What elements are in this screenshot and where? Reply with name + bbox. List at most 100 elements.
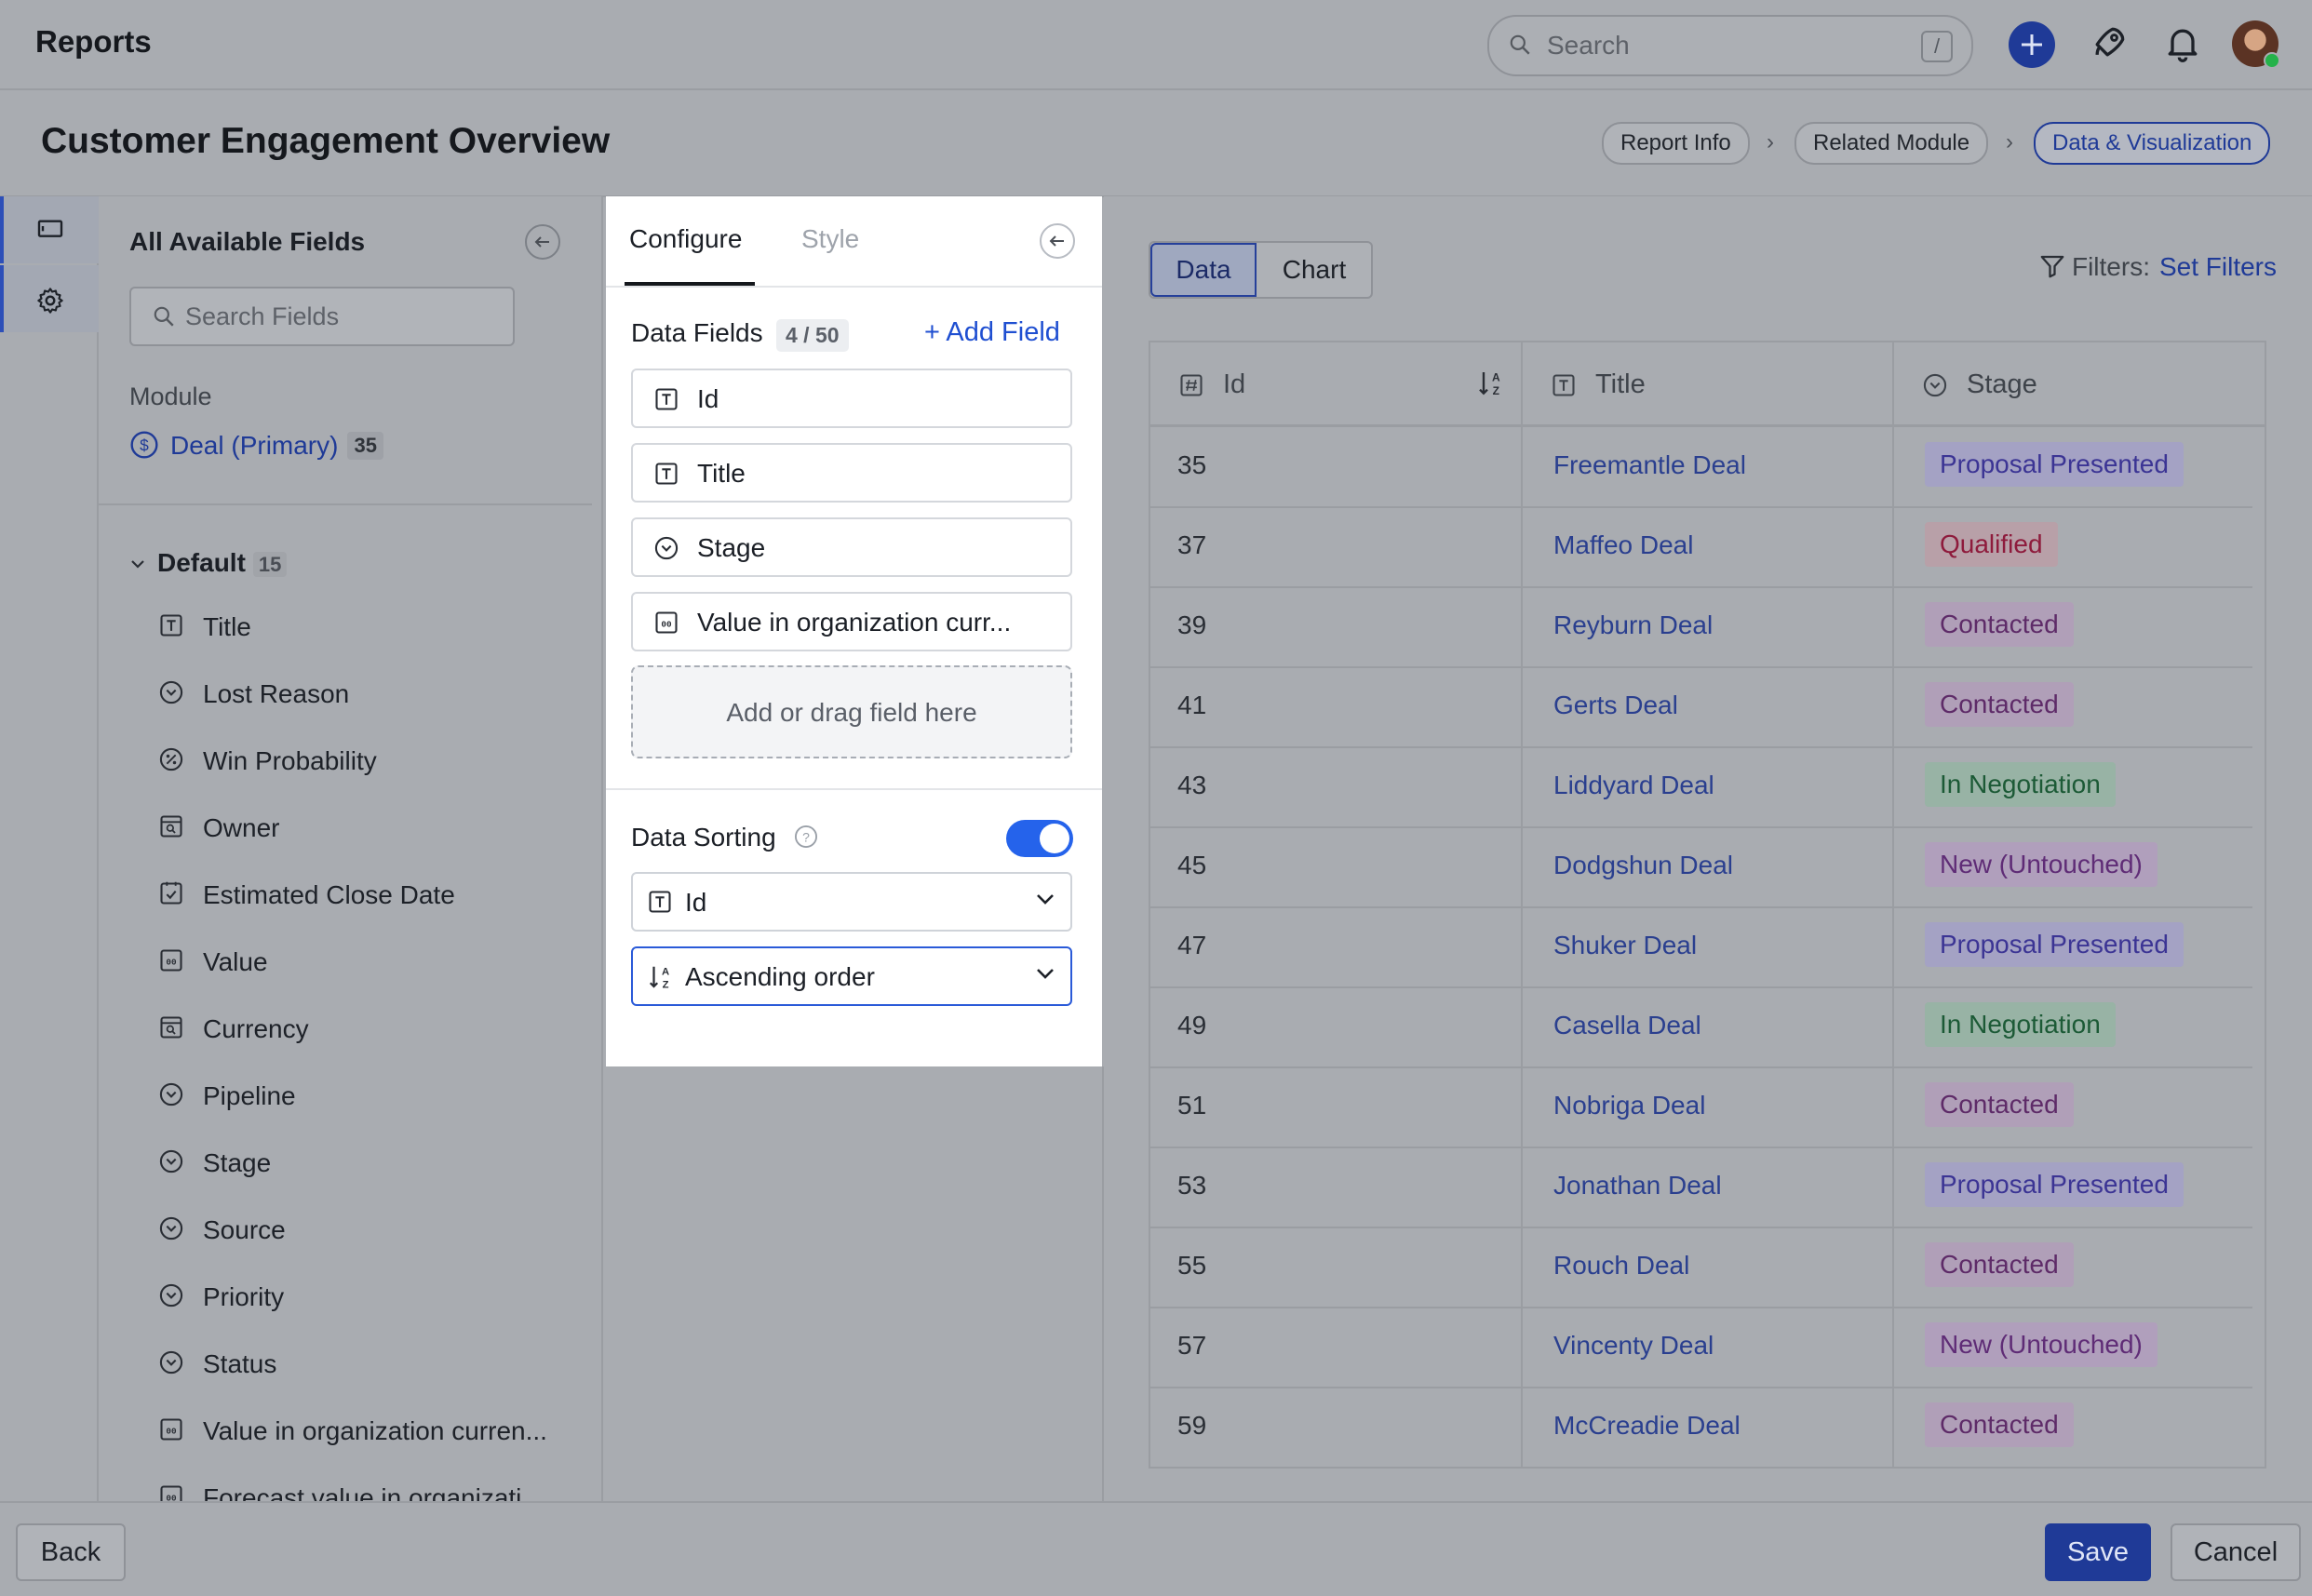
available-field-label: Stage xyxy=(203,1148,272,1177)
create-new-button[interactable] xyxy=(2009,21,2055,68)
cell-id: 53 xyxy=(1177,1171,1207,1200)
field-group-default[interactable]: Default 15 xyxy=(129,548,288,578)
cell-title-link[interactable]: McCreadie Deal xyxy=(1553,1411,1741,1441)
table-row[interactable]: 37 Maffeo Deal Qualified xyxy=(1150,506,2252,588)
tab-configure[interactable]: Configure xyxy=(629,224,742,254)
available-field-label: Owner xyxy=(203,813,280,842)
configure-panel-empty-area xyxy=(606,1066,1104,1501)
selected-field-item[interactable]: Stage xyxy=(631,517,1072,577)
user-avatar[interactable] xyxy=(2232,20,2280,69)
help-icon[interactable]: ? xyxy=(793,824,819,850)
data-sorting-toggle[interactable] xyxy=(1006,820,1073,857)
column-divider xyxy=(1521,746,1523,826)
cell-title-link[interactable]: Reyburn Deal xyxy=(1553,610,1713,640)
collapse-configure-button[interactable] xyxy=(1040,223,1075,259)
cell-title-link[interactable]: Vincenty Deal xyxy=(1553,1331,1714,1361)
currency-icon: 00 xyxy=(653,610,679,636)
table-row[interactable]: 57 Vincenty Deal New (Untouched) xyxy=(1150,1307,2252,1388)
selected-field-item[interactable]: Title xyxy=(631,443,1072,503)
rail-item-report[interactable] xyxy=(0,196,101,263)
search-fields-placeholder: Search Fields xyxy=(185,302,340,330)
text-icon xyxy=(653,461,679,487)
save-button[interactable]: Save xyxy=(2045,1523,2151,1581)
fields-divider xyxy=(99,503,592,505)
cell-title-link[interactable]: Dodgshun Deal xyxy=(1553,851,1733,880)
column-divider xyxy=(1521,906,1523,986)
dropdown-icon xyxy=(1922,372,1948,398)
cell-title-link[interactable]: Maffeo Deal xyxy=(1553,530,1693,560)
column-header-id[interactable]: Id AZ xyxy=(1150,342,1523,426)
field-drop-zone[interactable]: Add or drag field here xyxy=(631,665,1072,758)
chevron-down-icon xyxy=(129,558,146,570)
selected-field-item[interactable]: 00 Value in organization curr... xyxy=(631,592,1072,651)
stage-badge: In Negotiation xyxy=(1925,762,2116,807)
stage-badge: In Negotiation xyxy=(1925,1002,2116,1047)
table-row[interactable]: 45 Dodgshun Deal New (Untouched) xyxy=(1150,826,2252,908)
table-row[interactable]: 49 Casella Deal In Negotiation xyxy=(1150,986,2252,1068)
rocket-icon[interactable] xyxy=(2089,22,2130,63)
column-divider xyxy=(1892,1307,1894,1387)
global-search-input[interactable]: Search / xyxy=(1487,15,1973,76)
stage-badge: Contacted xyxy=(1925,682,2074,727)
table-row[interactable]: 59 McCreadie Deal Contacted xyxy=(1150,1387,2252,1467)
column-divider xyxy=(1521,826,1523,906)
column-header-label: Stage xyxy=(1967,369,2037,399)
column-divider xyxy=(1892,986,1894,1066)
sort-order-select[interactable]: AZ Ascending order xyxy=(631,946,1072,1006)
sort-ascending-icon[interactable]: AZ xyxy=(1476,369,1506,398)
column-divider xyxy=(1521,1387,1523,1467)
selected-field-item[interactable]: Id xyxy=(631,369,1072,428)
search-fields-input[interactable]: Search Fields xyxy=(129,287,515,346)
text-icon xyxy=(653,386,679,412)
available-field-label: Win Probability xyxy=(203,746,377,775)
module-selector[interactable]: $ Deal (Primary) 35 xyxy=(129,430,383,461)
breadcrumb-report-info[interactable]: Report Info xyxy=(1602,122,1750,165)
table-row[interactable]: 55 Rouch Deal Contacted xyxy=(1150,1227,2252,1308)
set-filters-link[interactable]: Set Filters xyxy=(2159,252,2277,281)
table-row[interactable]: 41 Gerts Deal Contacted xyxy=(1150,666,2252,748)
table-row[interactable]: 53 Jonathan Deal Proposal Presented xyxy=(1150,1147,2252,1228)
dollar-circle-icon: $ xyxy=(129,430,159,460)
cell-title-link[interactable]: Casella Deal xyxy=(1553,1011,1701,1040)
selected-field-label: Value in organization curr... xyxy=(697,608,1012,637)
tab-style[interactable]: Style xyxy=(801,224,859,254)
cell-title-link[interactable]: Nobriga Deal xyxy=(1553,1091,1705,1120)
stage-badge: Contacted xyxy=(1925,1242,2074,1287)
breadcrumb-data-visualization[interactable]: Data & Visualization xyxy=(2034,122,2271,165)
svg-text:$: $ xyxy=(140,436,149,455)
collapse-fields-panel-button[interactable] xyxy=(525,224,560,260)
data-table: Id AZ Title Stage 35 Freemantle Deal Propo… xyxy=(1149,341,2266,1469)
column-header-title[interactable]: Title xyxy=(1523,342,1894,426)
available-field-label: Priority xyxy=(203,1282,285,1311)
table-row[interactable]: 47 Shuker Deal Proposal Presented xyxy=(1150,906,2252,988)
back-button[interactable]: Back xyxy=(16,1523,126,1581)
cell-title-link[interactable]: Jonathan Deal xyxy=(1553,1171,1722,1200)
bell-icon[interactable] xyxy=(2162,22,2203,63)
rail-item-settings[interactable] xyxy=(0,265,101,332)
chevron-right-icon: › xyxy=(2006,129,2013,154)
column-divider xyxy=(1521,1066,1523,1147)
svg-text:00: 00 xyxy=(166,958,177,968)
column-divider xyxy=(1892,1066,1894,1147)
column-divider xyxy=(1521,1227,1523,1307)
table-row[interactable]: 35 Freemantle Deal Proposal Presented xyxy=(1150,426,2252,508)
cell-title-link[interactable]: Freemantle Deal xyxy=(1553,450,1746,480)
cell-title-link[interactable]: Rouch Deal xyxy=(1553,1251,1689,1281)
sort-field-value: Id xyxy=(685,888,707,917)
cell-title-link[interactable]: Liddyard Deal xyxy=(1553,771,1714,800)
data-view-button[interactable]: Data xyxy=(1150,243,1257,297)
cell-title-link[interactable]: Shuker Deal xyxy=(1553,931,1697,960)
table-row[interactable]: 51 Nobriga Deal Contacted xyxy=(1150,1066,2252,1148)
cell-title-link[interactable]: Gerts Deal xyxy=(1553,691,1678,720)
breadcrumb-related-module[interactable]: Related Module xyxy=(1794,122,1989,165)
svg-text:?: ? xyxy=(802,829,810,844)
drop-zone-label: Add or drag field here xyxy=(726,698,977,727)
table-row[interactable]: 43 Liddyard Deal In Negotiation xyxy=(1150,746,2252,828)
cancel-button[interactable]: Cancel xyxy=(2171,1523,2301,1581)
table-row[interactable]: 39 Reyburn Deal Contacted xyxy=(1150,586,2252,668)
column-header-stage[interactable]: Stage xyxy=(1894,342,2265,426)
column-header-label: Title xyxy=(1595,369,1646,399)
sort-field-select[interactable]: Id xyxy=(631,872,1072,932)
chart-view-button[interactable]: Chart xyxy=(1257,243,1371,297)
add-field-button[interactable]: + Add Field xyxy=(924,317,1060,348)
